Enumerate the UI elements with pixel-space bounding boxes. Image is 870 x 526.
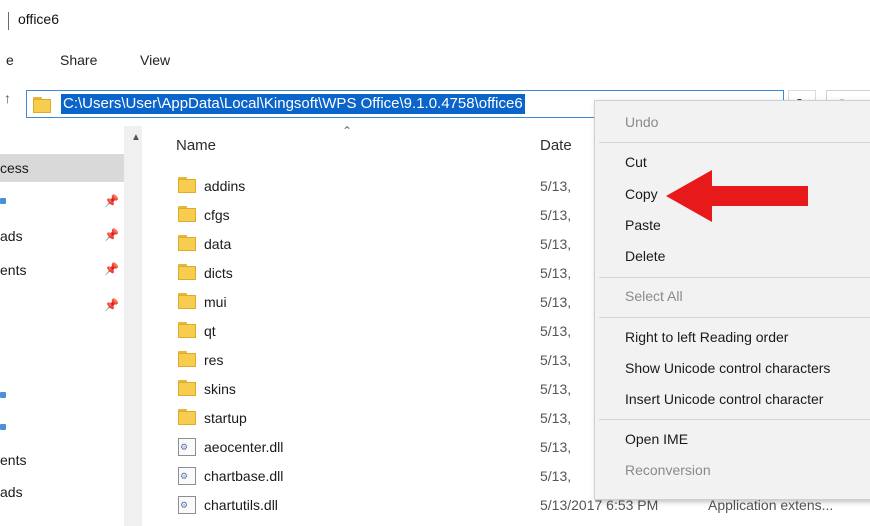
file-date: 5/13, <box>540 323 572 339</box>
menu-divider <box>599 277 870 278</box>
onedrive-icon <box>0 392 6 398</box>
file-date: 5/13, <box>540 410 572 426</box>
menu-item-undo[interactable]: Undo <box>625 114 658 130</box>
pin-icon[interactable]: 📌 <box>104 194 119 208</box>
folder-icon <box>178 380 196 398</box>
nav-item-pictures[interactable]: 📌 <box>0 292 124 320</box>
nav-item-documents[interactable]: ents 📌 <box>0 256 124 284</box>
folder-icon <box>178 409 196 427</box>
scroll-up-icon[interactable]: ▲ <box>131 132 141 143</box>
file-name: chartutils.dll <box>204 497 278 513</box>
tab-home[interactable]: e <box>6 52 14 68</box>
nav-item-label: cess <box>0 160 29 176</box>
file-date: 5/13, <box>540 207 572 223</box>
file-name: mui <box>204 294 227 310</box>
menu-item-paste[interactable]: Paste <box>625 217 661 233</box>
file-name: data <box>204 236 232 252</box>
pin-icon[interactable]: 📌 <box>104 228 119 242</box>
file-name: qt <box>204 323 216 339</box>
menu-item-show-unicode[interactable]: Show Unicode control characters <box>625 360 830 376</box>
menu-item-reconversion[interactable]: Reconversion <box>625 462 711 478</box>
folder-icon <box>178 177 196 195</box>
file-date: 5/13, <box>540 381 572 397</box>
file-name: addins <box>204 178 246 194</box>
up-arrow-icon[interactable]: ↑ <box>4 90 11 106</box>
menu-item-rtl-reading-order[interactable]: Right to left Reading order <box>625 329 788 345</box>
context-menu: Undo Cut Copy Paste Delete Select All Ri… <box>594 100 870 500</box>
menu-item-copy[interactable]: Copy <box>625 186 658 202</box>
window-title: office6 <box>18 11 59 27</box>
file-name: res <box>204 352 224 368</box>
file-name: skins <box>204 381 236 397</box>
nav-item-documents-2[interactable]: ents <box>0 446 124 474</box>
sort-ascending-icon: ⌃ <box>342 124 353 138</box>
file-date: 5/13, <box>540 352 572 368</box>
tab-view[interactable]: View <box>140 52 170 68</box>
nav-item-quick-access[interactable]: cess <box>0 154 124 182</box>
annotation-arrow-icon <box>666 170 808 222</box>
nav-item-label: ents <box>0 452 27 468</box>
navigation-pane: cess 📌 ads 📌 ents 📌 📌 ents ads <box>0 126 124 526</box>
menu-divider <box>599 142 870 143</box>
file-date: 5/13, <box>540 178 572 194</box>
nav-item-downloads-2[interactable]: ads <box>0 478 124 506</box>
column-header-name[interactable]: Name <box>176 137 216 154</box>
dll-file-icon: ⚙ <box>178 467 196 485</box>
column-header-date[interactable]: Date <box>540 137 572 154</box>
ribbon-tabs: e Share View <box>0 42 870 77</box>
folder-icon <box>178 206 196 224</box>
nav-item-label: ents <box>0 262 27 278</box>
file-date: 5/13, <box>540 236 572 252</box>
menu-item-delete[interactable]: Delete <box>625 248 665 264</box>
nav-item-desktop[interactable]: 📌 <box>0 188 124 216</box>
folder-icon <box>178 235 196 253</box>
file-name: startup <box>204 410 247 426</box>
file-date: 5/13, <box>540 294 572 310</box>
folder-icon <box>178 264 196 282</box>
file-name: chartbase.dll <box>204 468 284 484</box>
nav-item-label: ads <box>0 228 23 244</box>
file-name: aeocenter.dll <box>204 439 284 455</box>
desktop-icon <box>0 198 6 204</box>
nav-scrollbar[interactable] <box>124 126 142 526</box>
file-date: 5/13, <box>540 468 572 484</box>
tab-share[interactable]: Share <box>60 52 97 68</box>
nav-item-downloads[interactable]: ads 📌 <box>0 222 124 250</box>
this-pc-icon <box>0 424 6 430</box>
folder-icon <box>178 293 196 311</box>
menu-item-select-all[interactable]: Select All <box>625 288 683 304</box>
title-bar: office6 <box>0 0 870 42</box>
nav-item-label: ads <box>0 484 23 500</box>
folder-icon <box>178 351 196 369</box>
folder-icon <box>33 97 51 113</box>
file-date: 5/13, <box>540 439 572 455</box>
menu-item-cut[interactable]: Cut <box>625 154 647 170</box>
dll-file-icon: ⚙ <box>178 496 196 514</box>
menu-item-insert-unicode[interactable]: Insert Unicode control character <box>625 391 823 407</box>
folder-icon <box>178 322 196 340</box>
title-separator <box>8 12 9 30</box>
file-name: cfgs <box>204 207 230 223</box>
dll-file-icon: ⚙ <box>178 438 196 456</box>
file-name: dicts <box>204 265 233 281</box>
pin-icon[interactable]: 📌 <box>104 262 119 276</box>
menu-item-open-ime[interactable]: Open IME <box>625 431 688 447</box>
address-path-text[interactable]: C:\Users\User\AppData\Local\Kingsoft\WPS… <box>61 94 525 114</box>
file-date: 5/13, <box>540 265 572 281</box>
menu-divider <box>599 419 870 420</box>
menu-divider <box>599 317 870 318</box>
pin-icon[interactable]: 📌 <box>104 298 119 312</box>
